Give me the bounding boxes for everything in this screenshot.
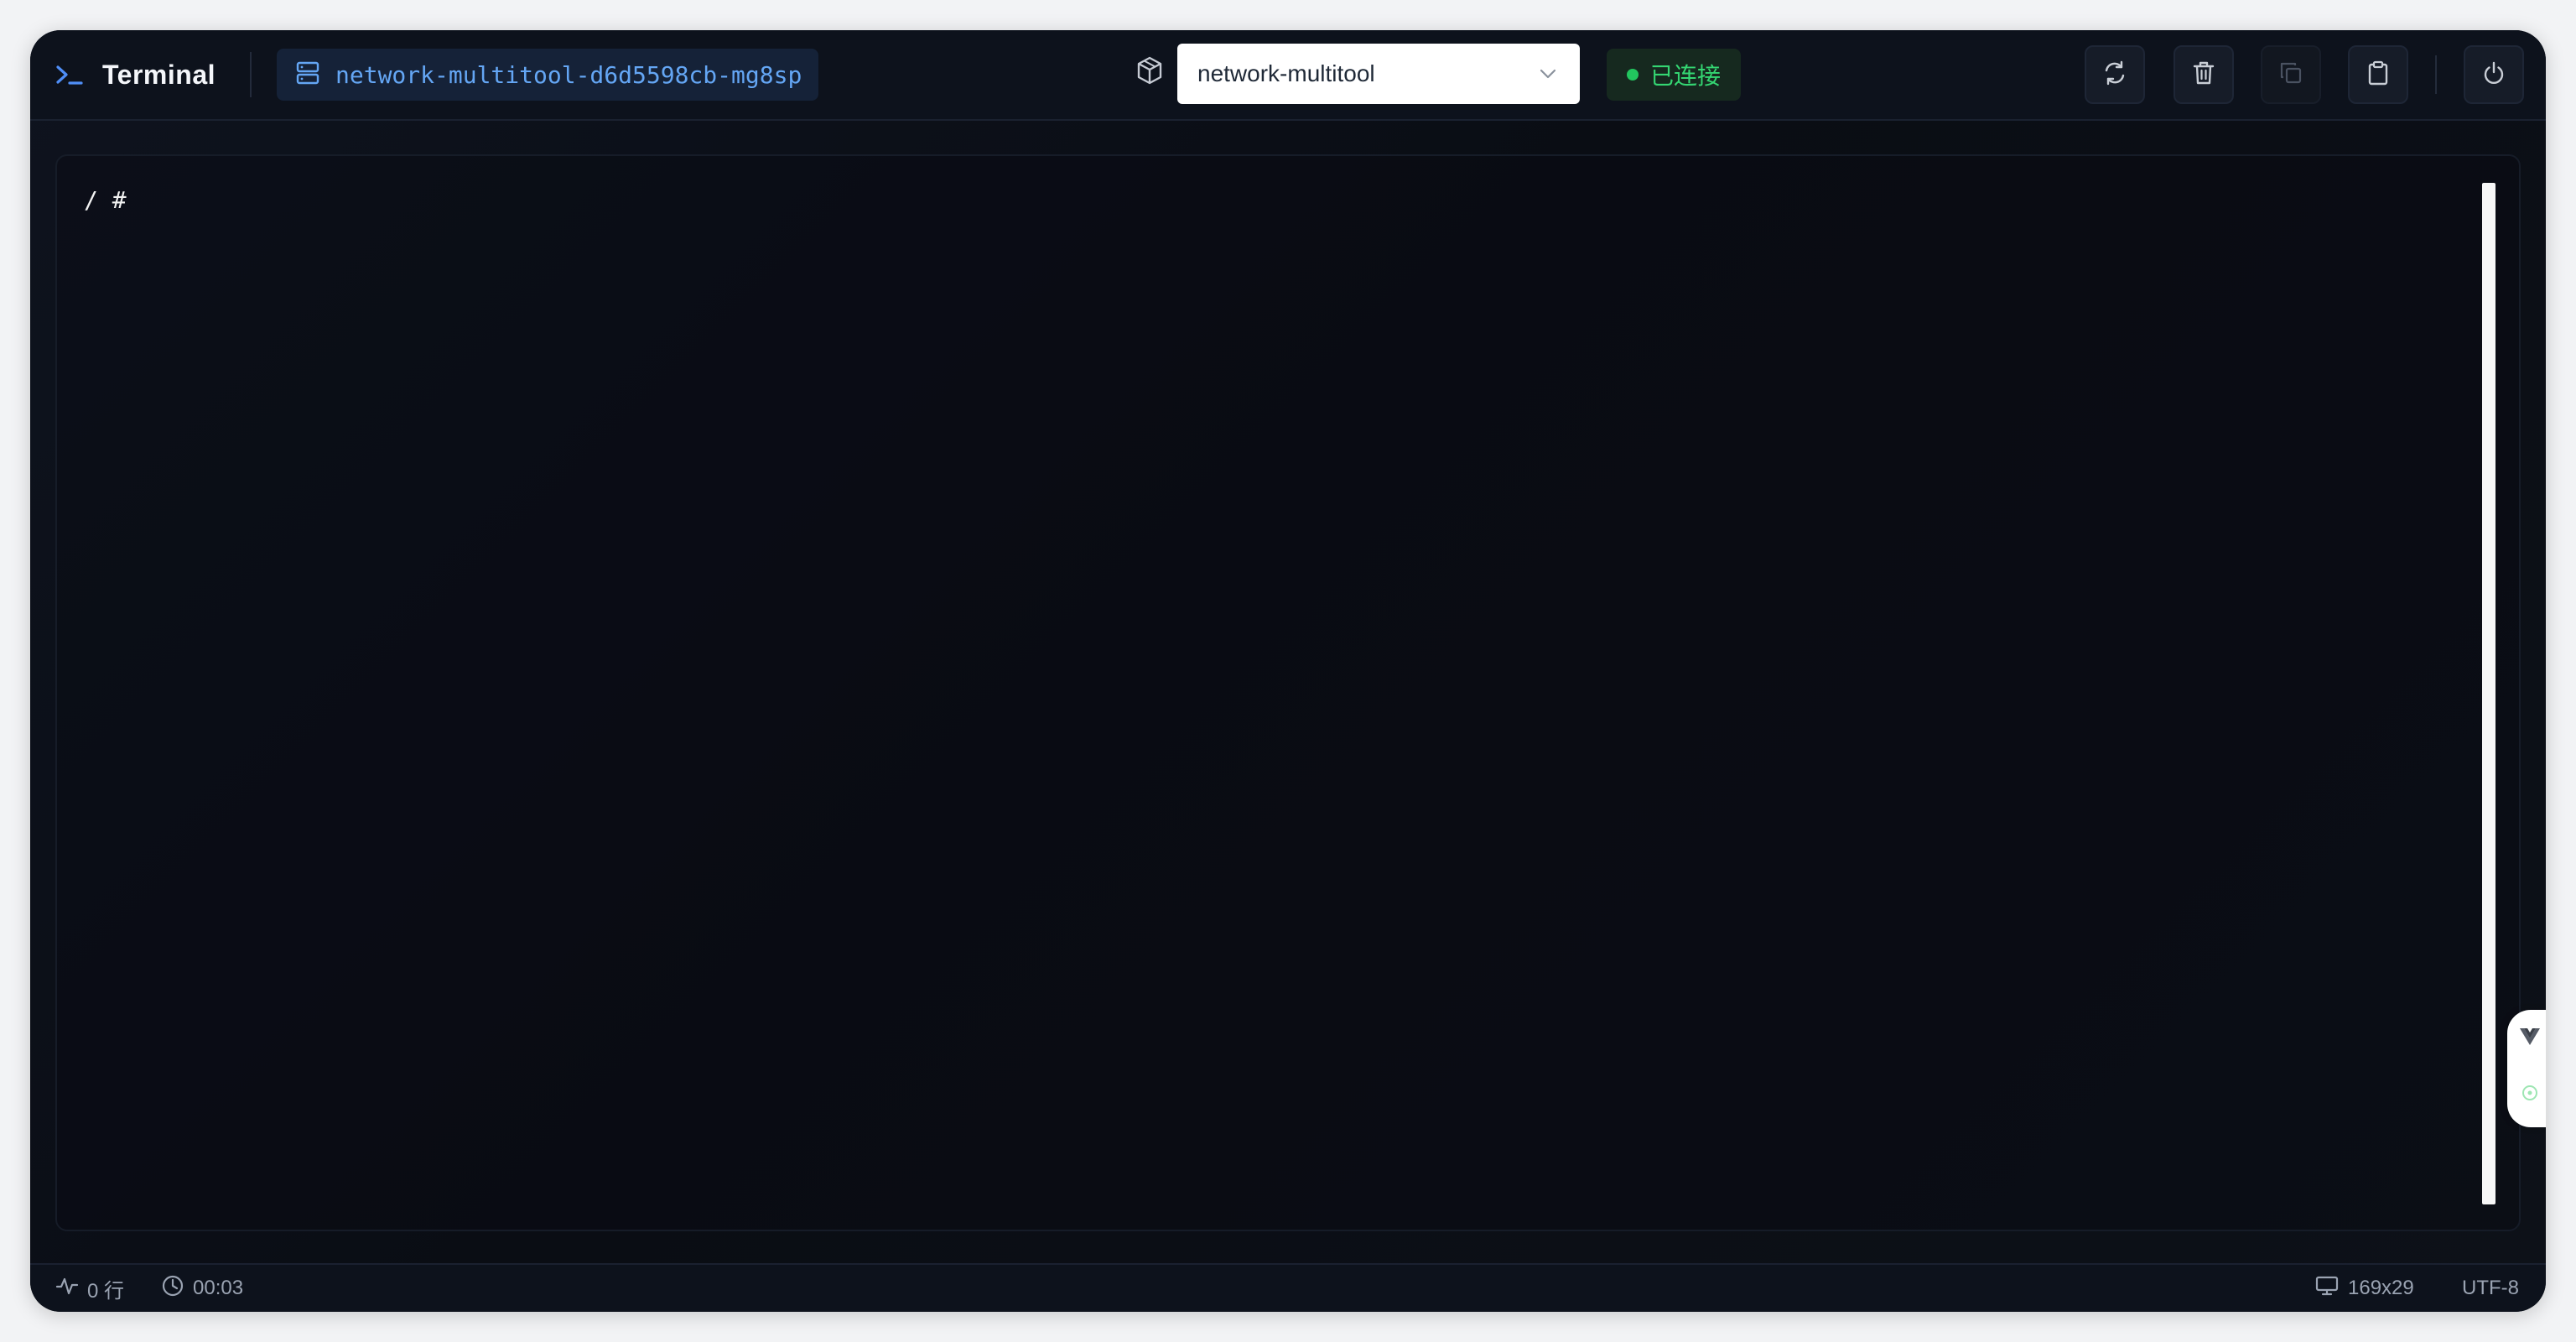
terminal-size: 169x29 — [2314, 1265, 2414, 1312]
power-icon — [2481, 60, 2506, 90]
status-dot — [1627, 69, 1639, 81]
container-select[interactable]: network-multitool — [1177, 44, 1580, 104]
terminal-output[interactable]: / # — [55, 154, 2521, 1231]
connection-status-badge: 已连接 — [1607, 49, 1741, 101]
container-icon — [1135, 55, 1164, 90]
line-count: 0 行 — [55, 1265, 124, 1312]
line-count-label: 0 行 — [87, 1279, 125, 1303]
connection-status-label: 已连接 — [1650, 63, 1722, 89]
session-timer: 00:03 — [161, 1265, 243, 1312]
header-divider — [250, 52, 252, 97]
clipboard-icon — [2366, 60, 2391, 91]
status-bar: 0 行 00:03 169x29 UTF-8 — [30, 1263, 2546, 1312]
disconnect-button[interactable] — [2464, 45, 2524, 104]
clear-button[interactable] — [2174, 45, 2234, 104]
copy-icon — [2278, 60, 2303, 90]
refresh-button[interactable] — [2085, 45, 2145, 104]
encoding-label: UTF-8 — [2462, 1277, 2519, 1299]
clock-icon — [161, 1274, 184, 1303]
toolbar-divider — [2435, 55, 2437, 94]
brand: Terminal — [55, 54, 216, 96]
container-select-value: network-multitool — [1197, 60, 1375, 86]
refresh-icon — [2101, 60, 2128, 91]
terminal-header: Terminal network-multitool-d6d5598cb-mg8… — [30, 30, 2546, 121]
floating-side-widget[interactable] — [2507, 1010, 2546, 1127]
server-icon — [295, 60, 320, 90]
terminal-prompt-icon — [55, 62, 84, 87]
pod-name: network-multitool-d6d5598cb-mg8sp — [335, 60, 802, 89]
terminal-size-label: 169x29 — [2348, 1277, 2414, 1299]
terminal-window: Terminal network-multitool-d6d5598cb-mg8… — [30, 30, 2546, 1312]
terminal-prompt: / # — [84, 186, 127, 214]
monitor-icon — [2314, 1275, 2340, 1303]
page-title: Terminal — [102, 59, 216, 90]
paste-button[interactable] — [2348, 45, 2408, 104]
copy-button[interactable] — [2261, 45, 2321, 104]
target-icon[interactable] — [2521, 1084, 2539, 1106]
vue-logo-icon[interactable] — [2519, 1027, 2541, 1051]
terminal-scrollbar[interactable] — [2482, 183, 2496, 1204]
activity-icon — [55, 1276, 79, 1302]
trash-icon — [2191, 60, 2216, 91]
session-timer-label: 00:03 — [193, 1277, 244, 1299]
pod-name-chip: network-multitool-d6d5598cb-mg8sp — [277, 49, 818, 101]
chevron-down-icon — [1538, 64, 1558, 88]
